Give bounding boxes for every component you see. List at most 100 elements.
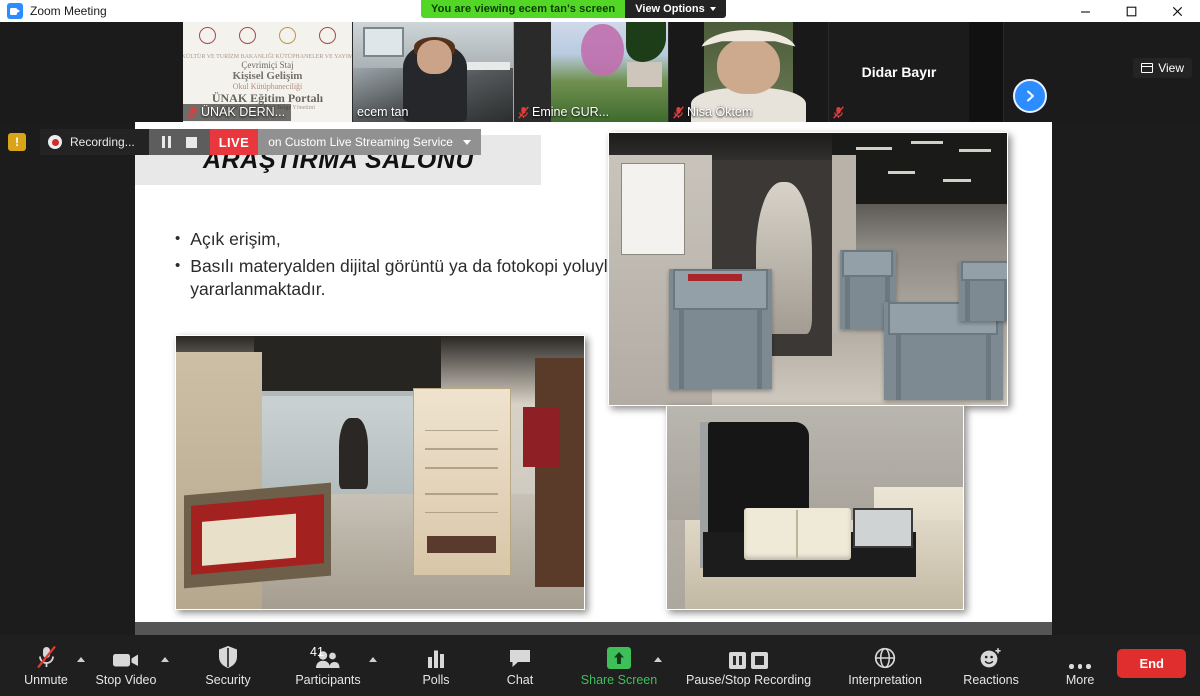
chevron-down-icon bbox=[710, 7, 716, 11]
zoom-icon bbox=[7, 3, 23, 19]
live-badge: LIVE bbox=[210, 129, 259, 155]
toolbar-items: Unmute Stop Video Security 41 Participan… bbox=[8, 635, 1113, 696]
list-item: • Açık erişim, bbox=[175, 228, 635, 252]
participant-tile-didar-bayir[interactable]: Didar Bayır bbox=[829, 22, 1004, 122]
toolbar-item-label: Participants bbox=[295, 673, 360, 687]
participant-tile-emine-gur[interactable]: Emine GUR... bbox=[514, 22, 669, 122]
window-controls bbox=[1062, 0, 1200, 22]
live-stream-target-label: on Custom Live Streaming Service bbox=[268, 135, 453, 149]
chevron-down-icon bbox=[463, 140, 471, 145]
participant-name: Didar Bayır bbox=[862, 64, 937, 80]
interpretation-button[interactable]: Interpretation bbox=[833, 635, 937, 696]
chat-button[interactable]: Chat bbox=[486, 635, 554, 696]
microphone-muted-icon bbox=[673, 106, 684, 119]
slide-bullet-list: • Açık erişim, • Basılı materyalden diji… bbox=[175, 228, 635, 305]
seal-icon bbox=[199, 27, 216, 44]
poster-word: T.C. KÜLTÜR VE TURİZM BAKANLIĞI KÜTÜPHAN… bbox=[183, 54, 353, 60]
participant-name-row: Emine GUR... bbox=[514, 104, 615, 121]
participant-name: Emine GUR... bbox=[532, 105, 609, 119]
toolbar-item-label: Security bbox=[205, 673, 250, 687]
participant-name-row bbox=[829, 105, 850, 121]
more-button[interactable]: More bbox=[1047, 635, 1113, 696]
polls-button[interactable]: Polls bbox=[402, 635, 470, 696]
toolbar-item-label: Reactions bbox=[963, 673, 1019, 687]
unmute-button[interactable]: Unmute bbox=[8, 635, 84, 696]
end-meeting-button[interactable]: End bbox=[1117, 649, 1186, 678]
pause-icon[interactable] bbox=[162, 136, 172, 148]
window-title: Zoom Meeting bbox=[30, 4, 107, 18]
reactions-button[interactable]: Reactions bbox=[947, 635, 1035, 696]
ellipsis-icon bbox=[1069, 645, 1091, 669]
toolbar-item-label: Chat bbox=[507, 673, 533, 687]
participants-button[interactable]: 41 Participants bbox=[280, 635, 376, 696]
bullet-dot-icon: • bbox=[175, 228, 180, 252]
participant-filmstrip: T.C. KÜLTÜR VE TURİZM BAKANLIĞI KÜTÜPHAN… bbox=[0, 22, 1200, 122]
participant-name-row: Nisa Öktem bbox=[669, 104, 758, 121]
view-options-label: View Options bbox=[635, 3, 704, 15]
record-dot-icon bbox=[48, 135, 62, 149]
video-camera-icon bbox=[112, 645, 140, 669]
security-button[interactable]: Security bbox=[190, 635, 266, 696]
poster-word: Kişisel Gelişim bbox=[233, 71, 303, 82]
sharing-status-text: You are viewing ecem tan's screen bbox=[421, 0, 625, 18]
toolbar-item-label: Polls bbox=[422, 673, 449, 687]
microphone-muted-icon bbox=[518, 106, 529, 119]
participants-count: 41 bbox=[310, 645, 324, 659]
screen-share-banner: You are viewing ecem tan's screen View O… bbox=[421, 0, 726, 18]
toolbar-item-label: Stop Video bbox=[96, 673, 157, 687]
recording-status-group: Recording... bbox=[40, 129, 149, 155]
chevron-up-icon[interactable] bbox=[161, 657, 169, 662]
list-item: • Basılı materyalden dijital görüntü ya … bbox=[175, 255, 635, 302]
name-placeholder: Didar Bayır bbox=[829, 22, 969, 122]
microphone-muted-icon bbox=[833, 106, 844, 119]
microphone-muted-icon bbox=[35, 645, 58, 669]
bullet-text: Basılı materyalden dijital görüntü ya da… bbox=[190, 255, 635, 302]
view-layout-button[interactable]: View bbox=[1133, 58, 1192, 78]
seal-icon bbox=[319, 27, 336, 44]
toolbar-item-label: Share Screen bbox=[581, 673, 657, 687]
library-entrance-photo bbox=[175, 335, 585, 610]
bar-chart-icon bbox=[426, 645, 446, 669]
chat-bubble-icon bbox=[508, 645, 532, 669]
stop-icon[interactable] bbox=[186, 137, 197, 148]
participant-name-row: ÜNAK DERN... bbox=[183, 104, 291, 121]
participant-name: ÜNAK DERN... bbox=[201, 105, 285, 119]
chevron-up-icon[interactable] bbox=[369, 657, 377, 662]
bullet-text: Açık erişim, bbox=[190, 228, 635, 252]
globe-icon bbox=[874, 645, 896, 669]
chevron-right-icon[interactable] bbox=[1013, 79, 1047, 113]
toolbar-item-label: Pause/Stop Recording bbox=[686, 673, 811, 687]
participant-name-row: ecem tan bbox=[353, 104, 414, 121]
book-scanner-photo bbox=[666, 405, 964, 610]
maximize-icon[interactable] bbox=[1108, 0, 1154, 22]
participant-tile-unak[interactable]: T.C. KÜLTÜR VE TURİZM BAKANLIĞI KÜTÜPHAN… bbox=[183, 22, 353, 122]
live-stream-target-button[interactable]: on Custom Live Streaming Service bbox=[258, 129, 481, 155]
recording-status-text: Recording... bbox=[70, 135, 135, 149]
stop-video-button[interactable]: Stop Video bbox=[84, 635, 168, 696]
chevron-up-icon[interactable] bbox=[654, 657, 662, 662]
participant-tile-ecem-tan[interactable]: ecem tan bbox=[353, 22, 514, 122]
close-icon[interactable] bbox=[1154, 0, 1200, 22]
view-options-button[interactable]: View Options bbox=[625, 0, 725, 18]
share-screen-button[interactable]: Share Screen bbox=[570, 635, 668, 696]
view-label: View bbox=[1158, 61, 1184, 75]
meeting-toolbar: Unmute Stop Video Security 41 Participan… bbox=[0, 635, 1200, 696]
emoji-plus-icon bbox=[979, 645, 1003, 669]
toolbar-item-label: Interpretation bbox=[848, 673, 922, 687]
participant-tile-nisa-oktem[interactable]: Nisa Öktem bbox=[669, 22, 829, 122]
participant-name: ecem tan bbox=[357, 105, 408, 119]
pause-stop-recording-button[interactable]: Pause/Stop Recording bbox=[676, 635, 821, 696]
bullet-dot-icon: • bbox=[175, 255, 180, 302]
participant-name: Nisa Öktem bbox=[687, 105, 752, 119]
shared-screen-slide: ARAŞTIRMA SALONU • Açık erişim, • Basılı… bbox=[135, 118, 1052, 622]
poster-word: Okul Kütüphaneciliği bbox=[233, 83, 303, 91]
seal-icon bbox=[239, 27, 256, 44]
share-screen-icon bbox=[607, 645, 631, 669]
shield-icon bbox=[217, 645, 239, 669]
pause-stop-recording-icon bbox=[729, 645, 768, 669]
minimize-icon[interactable] bbox=[1062, 0, 1108, 22]
slide-bottom-strip bbox=[135, 622, 1052, 635]
recording-control-bar: Recording... LIVE on Custom Live Streami… bbox=[40, 129, 481, 155]
recording-controls bbox=[149, 129, 210, 155]
warning-icon: ! bbox=[8, 133, 26, 151]
